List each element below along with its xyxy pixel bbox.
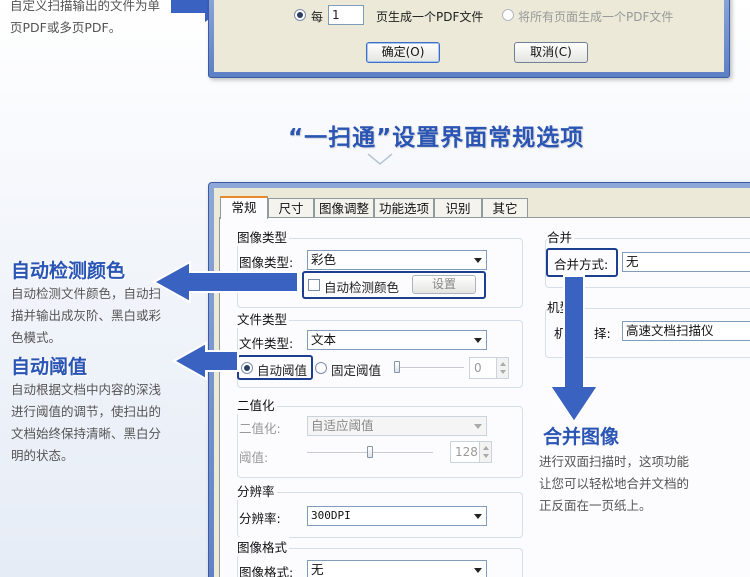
binarize-value: 自适应阈值 (311, 418, 374, 433)
radio-all-pages[interactable] (502, 9, 514, 21)
pdf-options-dialog-body: 每 1 页生成一个PDF文件 将所有页面生成一个PDF文件 确定(O) 取消(C… (214, 0, 724, 72)
chevron-down-icon (474, 338, 482, 343)
image-type-value: 彩色 (311, 252, 337, 267)
merge-select[interactable]: 无 (622, 252, 750, 272)
threshold-spin[interactable]: 128 (450, 441, 492, 463)
radio-all-pages-label: 将所有页面生成一个PDF文件 (518, 10, 674, 24)
image-format-value: 无 (311, 562, 324, 577)
auto-threshold-desc-line: 进行阈值的调节，使扫出的 (11, 404, 162, 419)
resolution-group-title: 分辨率 (237, 481, 277, 500)
auto-threshold-heading: 自动阈值 (11, 356, 88, 378)
image-type-group-title: 图像类型 (237, 227, 290, 246)
tab-image-adjust[interactable]: 图像调整 (314, 198, 374, 218)
auto-color-arrow-icon (151, 260, 299, 304)
model-select[interactable]: 高速文档扫描仪 (622, 321, 750, 341)
radio-per-pages[interactable] (294, 9, 306, 21)
auto-threshold-desc: 自动根据文档中内容的深浅 进行阈值的调节，使扫出的 文档始终保持清晰、黑白分 明… (11, 379, 189, 467)
merge-desc: 进行双面扫描时，这项功能 让您可以轻松地合并文档的 正反面在一页纸上。 (539, 451, 739, 517)
threshold-label: 阈值: (239, 450, 269, 465)
fixed-threshold-label: 固定阈值 (331, 363, 382, 378)
auto-detect-color-highlight (302, 271, 486, 299)
tab-functions[interactable]: 功能选项 (374, 198, 434, 218)
file-type-value: 文本 (311, 332, 337, 347)
spin-arrows-icon[interactable] (479, 441, 492, 463)
merge-desc-line: 进行双面扫描时，这项功能 (539, 454, 690, 469)
file-type-label: 文件类型: (239, 336, 294, 351)
merge-heading: 合并图像 (543, 426, 620, 448)
tab-size[interactable]: 尺寸 (268, 198, 314, 218)
pages-suffix-label: 页生成一个PDF文件 (376, 10, 484, 24)
binarize-select[interactable]: 自适应阈值 (307, 416, 487, 436)
image-format-select[interactable]: 无 (307, 560, 487, 577)
auto-color-desc-line: 色模式。 (11, 330, 62, 345)
model-value: 高速文档扫描仪 (626, 323, 714, 338)
section-title: “一扫通”设置界面常规选项 (288, 125, 585, 151)
merge-value: 无 (626, 254, 639, 269)
binarize-label: 二值化: (239, 421, 281, 436)
tab-other[interactable]: 其它 (482, 198, 528, 218)
chevron-down-icon (474, 568, 482, 573)
threshold-slider-thumb[interactable] (367, 446, 373, 458)
image-type-select[interactable]: 彩色 (307, 250, 487, 270)
resolution-value: 300DPI (311, 509, 351, 522)
chevron-down-icon (474, 258, 482, 263)
spin-arrows-icon[interactable] (496, 357, 509, 379)
scan-settings-body: 常规 尺寸 图像调整 功能选项 识别 其它 图像类型 图像类型: 彩色 自动检测… (214, 188, 750, 577)
binarize-group-title: 二值化 (237, 395, 277, 414)
auto-threshold-desc-line: 文档始终保持清晰、黑白分 (11, 426, 162, 441)
resolution-select[interactable]: 300DPI (307, 506, 487, 526)
auto-threshold-highlight (237, 355, 313, 380)
merge-desc-line: 正反面在一页纸上。 (539, 498, 652, 513)
fixed-threshold-radio[interactable] (315, 362, 327, 374)
merge-label-highlight (546, 248, 618, 277)
resolution-label: 分辨率: (239, 511, 281, 526)
auto-threshold-desc-line: 自动根据文档中内容的深浅 (11, 382, 162, 397)
threshold-value: 128 (455, 445, 478, 459)
file-type-select[interactable]: 文本 (307, 330, 487, 350)
fixed-threshold-slider-thumb[interactable] (394, 361, 400, 373)
fixed-threshold-value: 0 (474, 361, 482, 375)
title-chevron-icon (367, 153, 393, 165)
merge-down-arrow-icon (548, 275, 600, 424)
merge-desc-line: 让您可以轻松地合并文档的 (539, 476, 690, 491)
fixed-threshold-slider-track[interactable] (394, 367, 464, 369)
auto-color-desc-line: 描并输出成灰阶、黑白或彩 (11, 308, 162, 323)
image-format-group-title: 图像格式 (237, 537, 290, 556)
ok-button[interactable]: 确定(O) (366, 42, 440, 63)
auto-threshold-arrow-icon (171, 341, 239, 381)
auto-threshold-desc-line: 明的状态。 (11, 448, 74, 463)
pdf-options-row: 每 1 页生成一个PDF文件 将所有页面生成一个PDF文件 (294, 5, 724, 27)
pdf-options-dialog: 每 1 页生成一个PDF文件 将所有页面生成一个PDF文件 确定(O) 取消(C… (208, 0, 730, 78)
merge-group-title: 合并 (547, 227, 575, 246)
chevron-down-icon (474, 424, 482, 429)
tab-recognize[interactable]: 识别 (434, 198, 482, 218)
chevron-down-icon (474, 514, 482, 519)
image-format-label: 图像格式: (239, 565, 294, 577)
tab-general[interactable]: 常规 (220, 196, 268, 219)
auto-color-heading: 自动检测颜色 (11, 260, 126, 282)
pages-input[interactable]: 1 (328, 5, 364, 25)
scan-settings-dialog: 常规 尺寸 图像调整 功能选项 识别 其它 图像类型 图像类型: 彩色 自动检测… (208, 182, 750, 577)
fixed-threshold-row: 固定阈值 (315, 358, 395, 378)
fixed-threshold-spin[interactable]: 0 (469, 357, 509, 379)
cancel-button[interactable]: 取消(C) (514, 42, 588, 63)
file-type-group-title: 文件类型 (237, 309, 290, 328)
radio-per-pages-label: 每 (311, 10, 324, 24)
